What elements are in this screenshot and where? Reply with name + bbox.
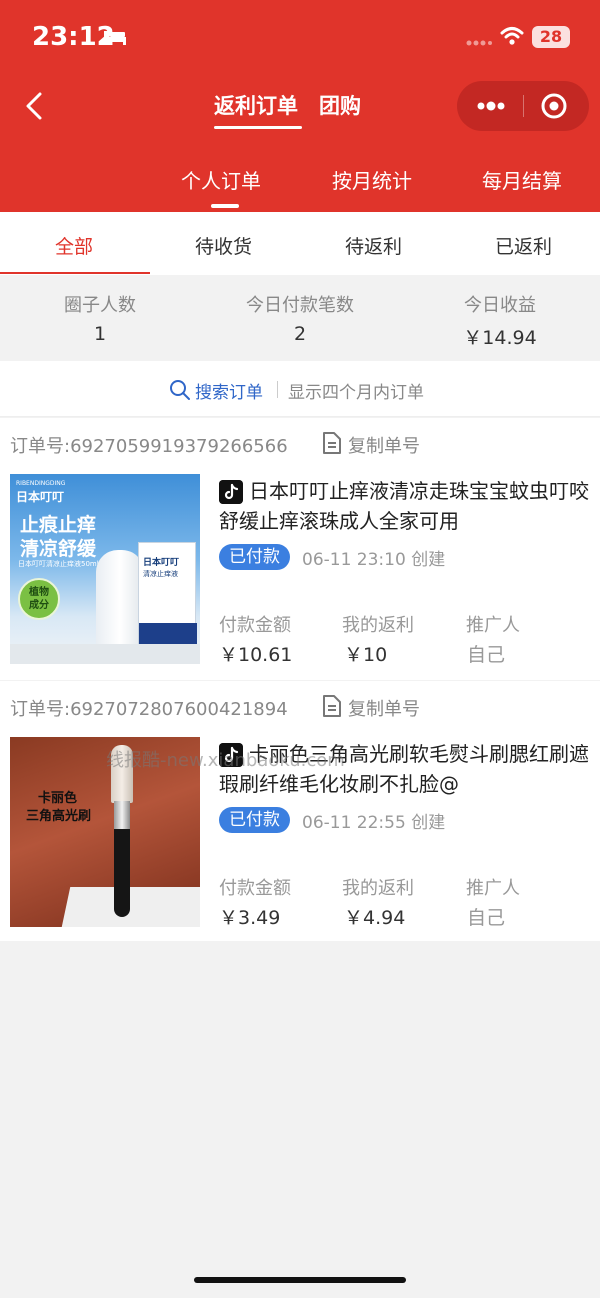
order-number: 订单号:6927059919379266566 bbox=[10, 436, 288, 457]
watermark: 线报酷-new.xianbaoku.com bbox=[106, 750, 345, 771]
image-roller-bottle bbox=[96, 550, 144, 650]
image-ground bbox=[10, 644, 200, 664]
product-title[interactable]: 日本叮叮止痒液清凉走珠宝宝蚊虫叮咬舒缓止痒滚珠成人全家可用 bbox=[219, 476, 591, 536]
copy-order-number-label: 复制单号 bbox=[348, 699, 420, 720]
status-badge: 已付款 bbox=[219, 544, 290, 570]
image-brush-ferrule bbox=[114, 801, 130, 829]
home-indicator[interactable] bbox=[194, 1277, 406, 1283]
back-arrow-icon[interactable] bbox=[20, 88, 48, 124]
battery-indicator: 28 bbox=[532, 26, 570, 48]
tab-monthly-stats[interactable]: 按月统计 bbox=[332, 165, 412, 194]
image-text-line2: 三角高光刷 bbox=[26, 809, 92, 824]
order-number: 订单号:6927072807600421894 bbox=[10, 699, 288, 720]
nav-tab-rebate-orders[interactable]: 返利订单 bbox=[214, 90, 298, 120]
stat-value-circle-members: 1 bbox=[93, 323, 107, 345]
image-brush-handle bbox=[114, 829, 130, 917]
image-brand-en: RIBENDINGDING bbox=[16, 480, 66, 487]
rebate-value: ￥10 bbox=[344, 644, 388, 666]
image-subtitle: 日本叮叮清凉止痒液50ml bbox=[18, 560, 99, 568]
copy-document-icon bbox=[323, 695, 341, 717]
image-box-sub: 清凉止痒液 bbox=[143, 570, 178, 578]
promoter-value: 自己 bbox=[467, 644, 506, 666]
mini-program-capsule bbox=[457, 81, 589, 131]
filter-active-underline bbox=[0, 272, 150, 274]
bed-icon bbox=[104, 31, 126, 45]
tab-personal-orders[interactable]: 个人订单 bbox=[181, 165, 261, 194]
stat-value-today-income: ￥14.94 bbox=[463, 327, 537, 349]
image-headline-1: 止痕止痒 bbox=[20, 514, 97, 536]
rebate-value: ￥4.94 bbox=[344, 907, 406, 929]
nav-title-underline bbox=[214, 126, 302, 129]
tab-monthly-settlement[interactable]: 每月结算 bbox=[482, 165, 562, 194]
search-hint: 显示四个月内订单 bbox=[288, 383, 424, 403]
order-card: 订单号:6927059919379266566 复制单号 RIBENDINGDI… bbox=[0, 418, 600, 680]
copy-order-number-label: 复制单号 bbox=[348, 436, 420, 457]
close-target-icon[interactable] bbox=[539, 91, 569, 121]
image-plant-badge-text: 植物成分 bbox=[29, 587, 49, 611]
rebate-label: 我的返利 bbox=[342, 615, 414, 636]
order-card: 订单号:6927072807600421894 复制单号 卡丽色 三角高光刷 卡… bbox=[0, 681, 600, 941]
stats-panel: 圈子人数 1 今日付款笔数 2 今日收益 ￥14.94 bbox=[0, 275, 600, 361]
signal-icon bbox=[466, 40, 492, 46]
copy-document-icon bbox=[323, 432, 341, 454]
subtab-indicator bbox=[211, 204, 239, 208]
app-header: 23:12 28 返利订单 团购 个人订单 按月统计 每月结算 bbox=[0, 0, 600, 212]
filter-bar: 全部 待收货 待返利 已返利 bbox=[0, 212, 600, 275]
filter-tab-rebated[interactable]: 已返利 bbox=[495, 232, 552, 259]
search-icon bbox=[170, 380, 190, 400]
status-badge: 已付款 bbox=[219, 807, 290, 833]
amount-value: ￥10.61 bbox=[219, 644, 293, 666]
nav-tab-group-buy[interactable]: 团购 bbox=[319, 90, 361, 120]
image-text-line1: 卡丽色 bbox=[38, 791, 78, 806]
amount-value: ￥3.49 bbox=[219, 907, 281, 929]
image-brand-cn: 日本叮叮 bbox=[16, 490, 65, 504]
product-image[interactable]: RIBENDINGDING 日本叮叮 止痕止痒 清凉舒缓 日本叮叮清凉止痒液50… bbox=[10, 474, 200, 664]
capsule-divider bbox=[523, 95, 524, 117]
created-time: 06-11 22:55 创建 bbox=[302, 813, 446, 833]
image-headline-2: 清凉舒缓 bbox=[20, 538, 97, 560]
created-time: 06-11 23:10 创建 bbox=[302, 550, 446, 570]
rebate-label: 我的返利 bbox=[342, 878, 414, 899]
image-pedestal bbox=[61, 887, 200, 927]
promoter-label: 推广人 bbox=[466, 615, 520, 636]
stat-label-circle-members: 圈子人数 bbox=[64, 295, 136, 316]
search-orders-link[interactable]: 搜索订单 bbox=[195, 378, 263, 403]
more-icon[interactable] bbox=[473, 95, 509, 117]
amount-label: 付款金额 bbox=[219, 878, 291, 899]
image-product-box: 日本叮叮 清凉止痒液 bbox=[138, 542, 197, 653]
stat-label-today-payments: 今日付款笔数 bbox=[246, 295, 354, 316]
wifi-icon bbox=[500, 27, 524, 45]
search-separator bbox=[277, 381, 278, 398]
amount-label: 付款金额 bbox=[219, 615, 291, 636]
stat-label-today-income: 今日收益 bbox=[464, 295, 536, 316]
promoter-value: 自己 bbox=[467, 907, 506, 929]
filter-tab-all[interactable]: 全部 bbox=[55, 232, 93, 259]
filter-tab-pending-rebate[interactable]: 待返利 bbox=[345, 232, 402, 259]
search-bar[interactable]: 搜索订单 显示四个月内订单 bbox=[0, 361, 600, 417]
image-box-brand: 日本叮叮 bbox=[143, 558, 180, 568]
promoter-label: 推广人 bbox=[466, 878, 520, 899]
filter-tab-pending-receipt[interactable]: 待收货 bbox=[195, 232, 252, 259]
stat-value-today-payments: 2 bbox=[293, 323, 307, 345]
image-plant-badge: 植物成分 bbox=[18, 578, 60, 620]
